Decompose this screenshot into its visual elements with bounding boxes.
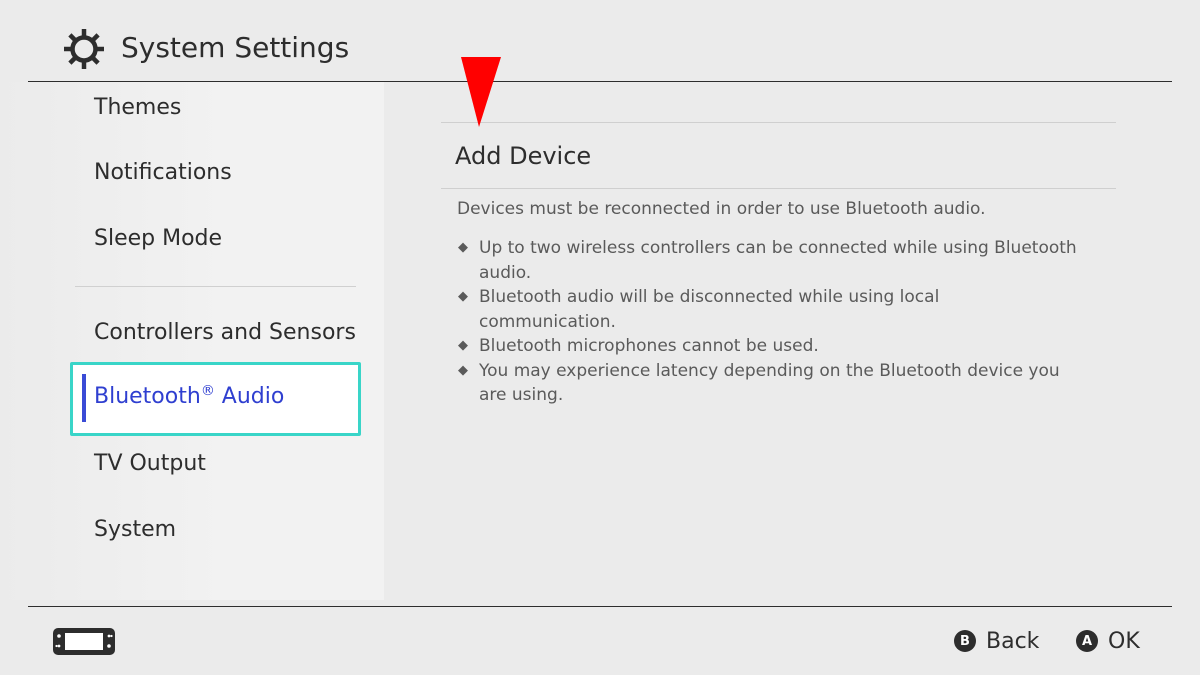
back-label: Back: [986, 628, 1040, 654]
diamond-bullet-icon: ◆: [458, 362, 468, 378]
red-down-arrow-icon: [461, 57, 501, 127]
sidebar-item-system[interactable]: System: [94, 515, 176, 545]
sidebar-item-sleep-mode[interactable]: Sleep Mode: [94, 224, 222, 254]
sidebar-item-notifications[interactable]: Notifications: [94, 158, 232, 188]
selection-indicator: [82, 374, 86, 422]
notes-list: ◆ Up to two wireless controllers can be c…: [457, 236, 1077, 408]
a-button-icon: A: [1076, 630, 1098, 652]
ok-label: OK: [1108, 628, 1140, 654]
ok-button[interactable]: A OK: [1076, 625, 1140, 657]
intro-text: Devices must be reconnected in order to …: [457, 199, 986, 219]
list-item: ◆ You may experience latency depending on…: [458, 360, 1060, 406]
header: System Settings: [0, 0, 1200, 82]
back-button[interactable]: B Back: [954, 625, 1039, 657]
sidebar-item-bluetooth-audio-label: Bluetooth® Audio: [94, 383, 285, 409]
list-item: ◆ Bluetooth microphones cannot be used.: [457, 334, 1077, 359]
option-top-divider: [441, 122, 1116, 123]
handheld-console-icon: [53, 628, 115, 655]
option-bottom-divider: [441, 188, 1116, 189]
gear-icon: [64, 29, 104, 69]
sidebar-divider: [75, 286, 356, 287]
diamond-bullet-icon: ◆: [458, 240, 468, 255]
list-item: ◆ Bluetooth audio will be disconnected wh…: [458, 287, 940, 332]
diamond-bullet-icon: ◆: [458, 289, 468, 304]
sidebar-item-controllers-and-sensors[interactable]: Controllers and Sensors: [94, 318, 356, 348]
sidebar-item-themes[interactable]: Themes: [94, 93, 181, 123]
list-item: ◆ Up to two wireless controllers can be c…: [458, 238, 1077, 283]
add-device-button[interactable]: Add Device: [455, 141, 591, 171]
sidebar-item-tv-output[interactable]: TV Output: [94, 449, 206, 479]
footer-divider: [28, 606, 1172, 607]
diamond-bullet-icon: ◆: [458, 338, 468, 353]
b-button-icon: B: [954, 630, 976, 652]
page-title: System Settings: [121, 31, 350, 64]
